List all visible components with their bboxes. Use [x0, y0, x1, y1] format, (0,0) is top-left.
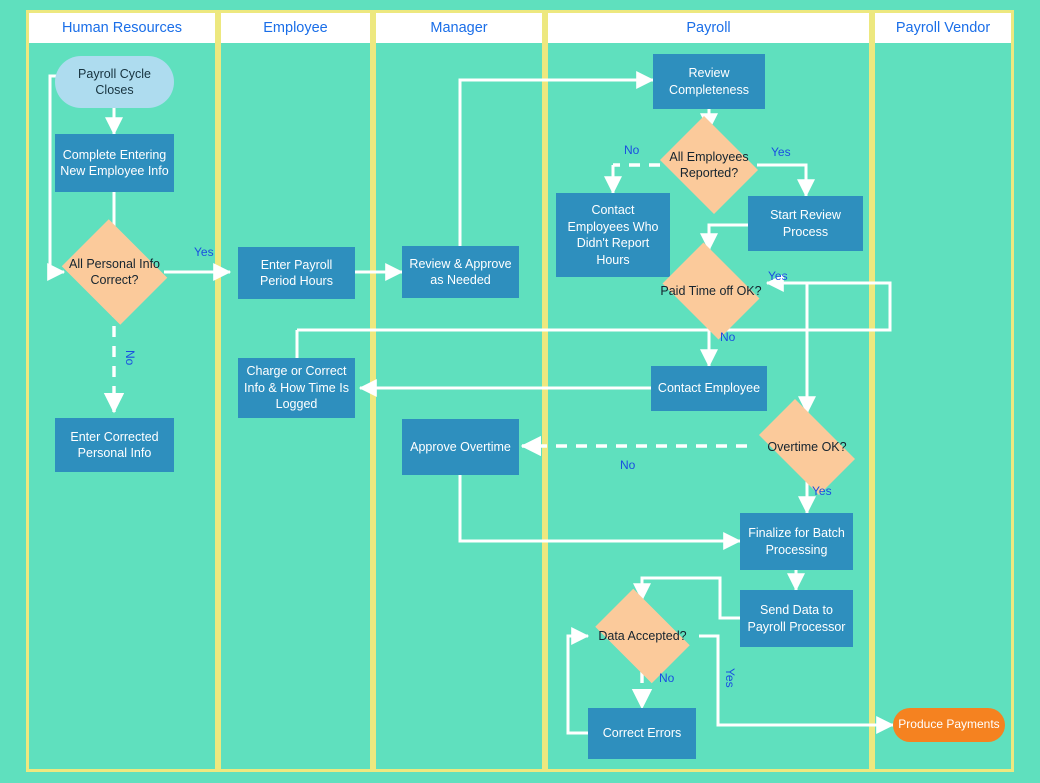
node-send-data-to-payroll-processor[interactable]: Send Data to Payroll Processor: [740, 590, 853, 647]
node-label: Review Completeness: [669, 66, 749, 97]
lane-title: Payroll: [686, 20, 731, 36]
node-label: Overtime OK?: [767, 439, 847, 454]
node-all-employees-reported[interactable]: All Employees Reported?: [655, 116, 763, 214]
lane-body-manager: [373, 43, 545, 772]
node-label: Contact Employees Who Didn't Report Hour…: [567, 203, 659, 267]
node-approve-overtime[interactable]: Approve Overtime: [402, 419, 519, 475]
node-paid-time-off-ok[interactable]: Paid Time off OK?: [655, 242, 767, 340]
node-label: Payroll Cycle Closes: [78, 66, 151, 98]
node-label: All Employees Reported?: [669, 149, 749, 180]
lane-title: Payroll Vendor: [895, 20, 991, 36]
node-label: Contact Employee: [657, 381, 761, 396]
node-contact-employee[interactable]: Contact Employee: [651, 366, 767, 411]
lane-title: Manager: [430, 20, 488, 36]
node-all-personal-info-correct[interactable]: All Personal Info Correct?: [56, 219, 173, 325]
node-start-review-process[interactable]: Start Review Process: [748, 196, 863, 251]
branch-label-personal-info-no: No: [123, 350, 137, 366]
lane-header-payroll-vendor: Payroll Vendor: [872, 13, 1014, 43]
branch-label-paid-time-yes: Yes: [768, 269, 788, 283]
node-label: Correct Errors: [602, 726, 682, 741]
branch-label-data-accepted-no: No: [659, 671, 675, 685]
branch-label-paid-time-no: No: [720, 330, 736, 344]
node-label: Paid Time off OK?: [660, 283, 762, 298]
node-enter-corrected-personal-info[interactable]: Enter Corrected Personal Info: [55, 418, 174, 472]
lane-header-human-resources: Human Resources: [26, 13, 218, 43]
lane-body-payroll-vendor: [872, 43, 1014, 772]
node-label: Review & Approve as Needed: [409, 256, 512, 288]
node-label: Charge or Correct Info & How Time Is Log…: [244, 364, 349, 412]
node-charge-or-correct-info[interactable]: Charge or Correct Info & How Time Is Log…: [238, 358, 355, 418]
node-payroll-cycle-closes[interactable]: Payroll Cycle Closes: [55, 56, 174, 108]
node-contact-employees-who-didnt-report-hours[interactable]: Contact Employees Who Didn't Report Hour…: [556, 193, 670, 277]
node-label: Approve Overtime: [410, 439, 511, 454]
node-finalize-for-batch-processing[interactable]: Finalize for Batch Processing: [740, 513, 853, 570]
branch-label-overtime-yes: Yes: [812, 484, 832, 498]
node-label: Data Accepted?: [598, 628, 687, 643]
node-enter-payroll-period-hours[interactable]: Enter Payroll Period Hours: [238, 247, 355, 299]
node-label: Complete Entering New Employee Info: [60, 147, 169, 179]
node-label: Enter Payroll Period Hours: [260, 257, 333, 289]
node-review-and-approve-as-needed[interactable]: Review & Approve as Needed: [402, 246, 519, 298]
node-label: Send Data to Payroll Processor: [747, 603, 846, 634]
node-overtime-ok[interactable]: Overtime OK?: [747, 399, 867, 495]
flowchart-canvas: Human Resources Employee Manager Payroll…: [0, 0, 1040, 783]
node-data-accepted[interactable]: Data Accepted?: [586, 588, 699, 684]
node-complete-entering-new-employee-info[interactable]: Complete Entering New Employee Info: [55, 134, 174, 192]
branch-label-personal-info-yes: Yes: [194, 245, 214, 259]
lane-header-manager: Manager: [373, 13, 545, 43]
branch-label-overtime-no: No: [620, 458, 636, 472]
node-correct-errors[interactable]: Correct Errors: [588, 708, 696, 759]
node-review-completeness[interactable]: Review Completeness: [653, 54, 765, 109]
branch-label-employees-reported-no: No: [624, 143, 640, 157]
lane-title: Human Resources: [61, 20, 183, 36]
node-label: Start Review Process: [770, 208, 841, 239]
node-produce-payments[interactable]: Produce Payments: [893, 708, 1005, 742]
node-label: Enter Corrected Personal Info: [70, 429, 159, 461]
lane-header-employee: Employee: [218, 13, 373, 43]
lane-title: Employee: [263, 20, 328, 36]
node-label: Produce Payments: [898, 717, 1000, 732]
branch-label-data-accepted-yes: Yes: [723, 668, 737, 688]
branch-label-employees-reported-yes: Yes: [771, 145, 791, 159]
node-label: All Personal Info Correct?: [68, 256, 161, 287]
node-label: Finalize for Batch Processing: [748, 526, 845, 557]
lane-header-payroll: Payroll: [545, 13, 872, 43]
